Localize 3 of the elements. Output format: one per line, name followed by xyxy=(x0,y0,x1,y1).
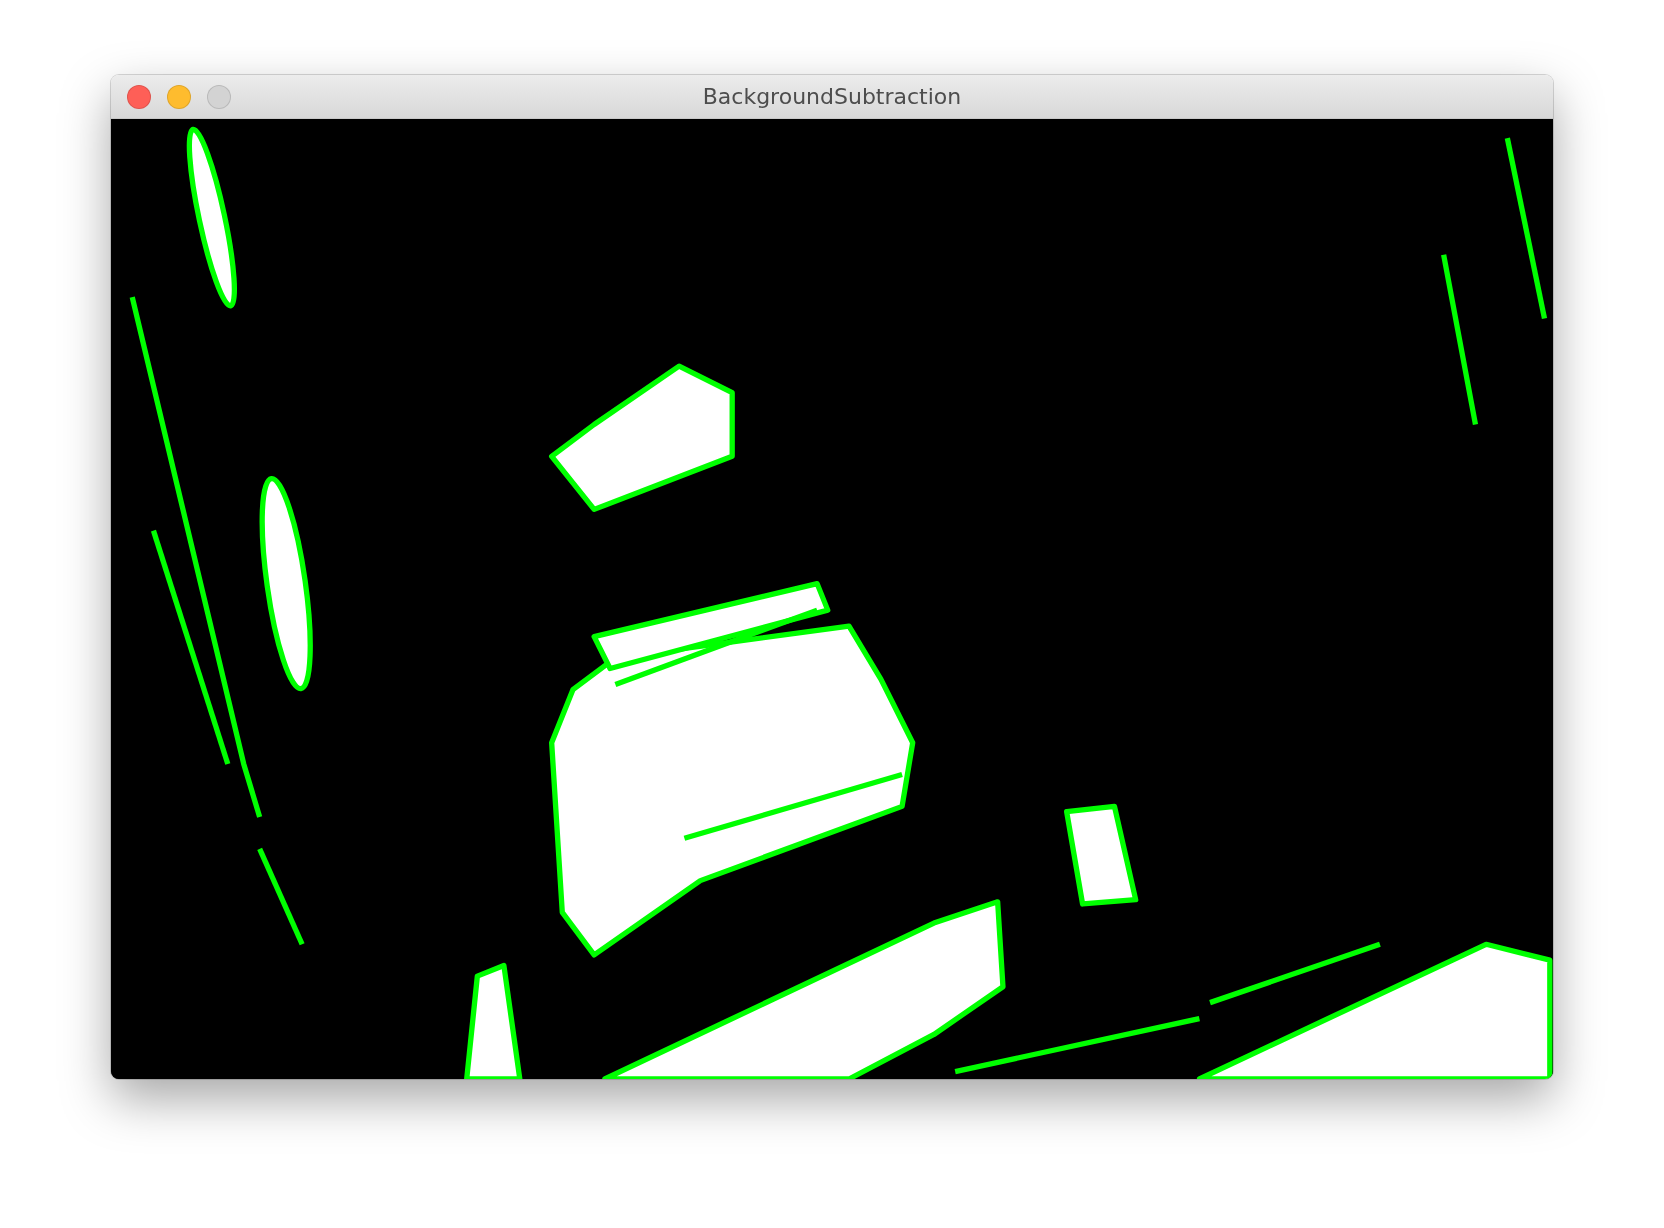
window-title: BackgroundSubtraction xyxy=(702,84,962,109)
minimize-button[interactable] xyxy=(167,84,191,109)
close-button[interactable] xyxy=(127,84,151,109)
